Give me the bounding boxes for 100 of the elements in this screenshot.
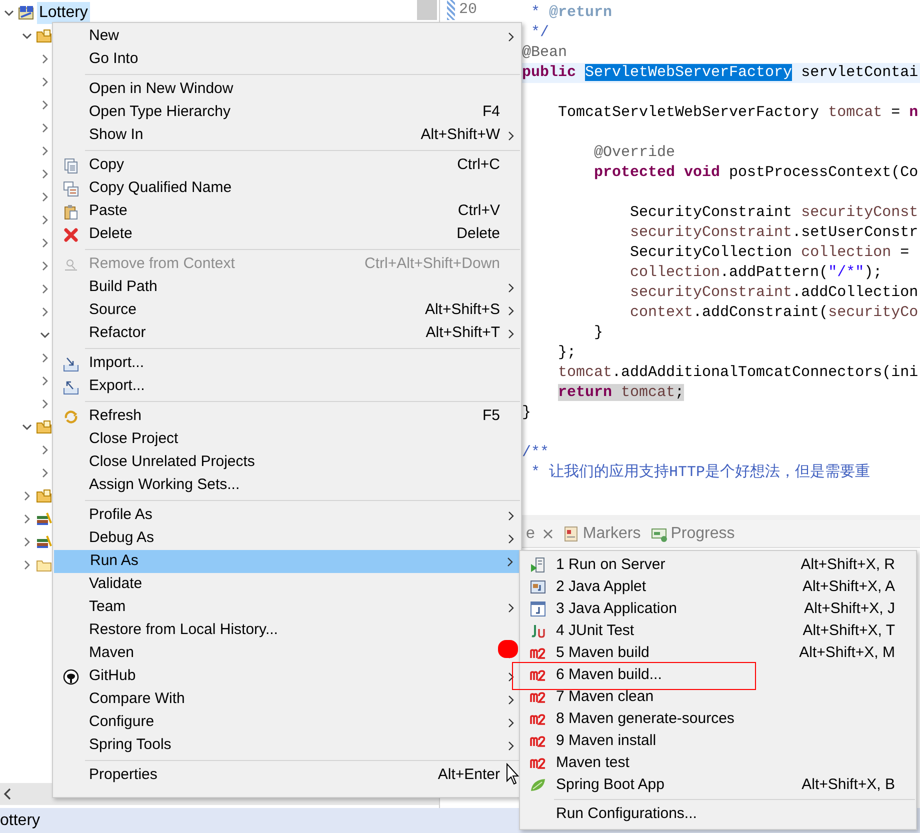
collapsed-chevron-icon[interactable] [40, 144, 50, 156]
delete-icon [63, 226, 79, 242]
collapsed-chevron-icon[interactable] [40, 52, 50, 64]
code-line: } [593, 324, 604, 341]
code-line: /** [522, 444, 550, 461]
menu-item[interactable]: 2 Java Applet Alt+Shift+X, A [520, 576, 916, 598]
menu-item[interactable]: Spring Boot App Alt+Shift+X, B [520, 774, 916, 796]
copy-icon [63, 158, 79, 174]
collapsed-chevron-icon[interactable] [40, 122, 50, 134]
code-line: protected void postProcessContext(Co [593, 164, 918, 181]
project-icon [18, 4, 34, 20]
menu-item[interactable]: Restore from Local History... [53, 619, 521, 642]
menu-item[interactable]: Show In Alt+Shift+W [53, 124, 521, 147]
menu-item[interactable]: 9 Maven install [520, 730, 916, 752]
menu-item[interactable]: Open Type Hierarchy F4 [53, 101, 521, 124]
vertical-scrollbar-thumb[interactable] [417, 0, 437, 20]
code-line: }; [557, 344, 576, 361]
code-line: SecurityConstraint securityConst [629, 204, 918, 221]
export-icon [63, 378, 79, 394]
mouse-pointer-icon [506, 763, 520, 785]
junit-icon [530, 623, 546, 639]
tree-item-label[interactable]: Lottery [37, 2, 90, 24]
collapsed-chevron-icon[interactable] [40, 374, 50, 386]
maven-icon [530, 755, 546, 771]
collapsed-chevron-icon[interactable] [40, 466, 50, 478]
menu-item[interactable]: Close Unrelated Projects [53, 451, 521, 474]
package-folder-icon [36, 418, 52, 434]
menu-item[interactable]: 6 Maven build... [520, 664, 916, 686]
maven-icon [530, 667, 546, 683]
menu-item[interactable]: Maven [53, 642, 521, 665]
menu-item[interactable]: 8 Maven generate-sources [520, 708, 916, 730]
collapsed-chevron-icon[interactable] [40, 398, 50, 410]
panel-tab[interactable]: Progress [670, 522, 735, 546]
collapsed-chevron-icon[interactable] [40, 352, 50, 364]
menu-item[interactable]: Copy Qualified Name [53, 177, 521, 200]
collapsed-chevron-icon[interactable] [40, 214, 50, 226]
remove-icon [63, 256, 79, 272]
collapsed-chevron-icon[interactable] [22, 558, 32, 570]
collapsed-chevron-icon[interactable] [40, 306, 50, 318]
collapsed-chevron-icon[interactable] [40, 236, 50, 248]
collapsed-chevron-icon[interactable] [22, 490, 32, 502]
menu-item[interactable]: Debug As [53, 527, 521, 550]
status-text: ottery [0, 812, 40, 828]
menu-item[interactable]: Refactor Alt+Shift+T [53, 322, 521, 345]
menu-item[interactable]: Spring Tools [53, 734, 521, 757]
menu-item[interactable]: New [53, 25, 521, 48]
menu-item[interactable]: Validate [53, 573, 521, 596]
paste-icon [63, 204, 79, 220]
maven-icon [530, 711, 546, 727]
menu-item[interactable]: Build Path [53, 276, 521, 299]
menu-item[interactable]: 5 Maven build Alt+Shift+X, M [520, 642, 916, 664]
menu-item[interactable]: Delete Delete [53, 223, 521, 246]
code-line: @Override [593, 144, 676, 161]
scroll-left-icon[interactable] [3, 788, 13, 800]
menu-item[interactable]: 3 Java Application Alt+Shift+X, J [520, 598, 916, 620]
collapsed-chevron-icon[interactable] [22, 536, 32, 548]
menu-item[interactable]: Maven test [520, 752, 916, 774]
library-icon [36, 510, 52, 526]
server-icon [530, 557, 546, 573]
collapsed-chevron-icon[interactable] [40, 190, 50, 202]
menu-item[interactable]: Run As [54, 550, 520, 573]
code-line: return tomcat; [557, 384, 684, 401]
collapsed-chevron-icon[interactable] [22, 512, 32, 524]
menu-item[interactable]: Paste Ctrl+V [53, 200, 521, 223]
collapsed-chevron-icon[interactable] [40, 98, 50, 110]
menu-item[interactable]: 4 JUnit Test Alt+Shift+X, T [520, 620, 916, 642]
menu-item[interactable]: Go Into [53, 48, 521, 71]
collapsed-chevron-icon[interactable] [40, 260, 50, 272]
menu-item[interactable]: 1 Run on Server Alt+Shift+X, R [520, 554, 916, 576]
menu-item[interactable]: Close Project [53, 428, 521, 451]
code-line: context.addConstraint(securityCo [629, 304, 918, 321]
menu-item[interactable]: GitHub [53, 665, 521, 688]
menu-item[interactable]: Import... [53, 352, 521, 375]
menu-item[interactable]: Source Alt+Shift+S [53, 299, 521, 322]
package-folder-icon [36, 28, 52, 44]
collapsed-chevron-icon[interactable] [40, 168, 50, 180]
code-line: collection.addPattern("/*"); [629, 264, 882, 281]
menu-item[interactable]: 7 Maven clean [520, 686, 916, 708]
menu-item[interactable]: Team [53, 596, 521, 619]
menu-item[interactable]: Profile As [53, 504, 521, 527]
menu-item[interactable]: Assign Working Sets... [53, 474, 521, 497]
github-icon [63, 668, 79, 684]
panel-tab[interactable]: Markers [582, 522, 641, 546]
menu-item[interactable]: Open in New Window [53, 78, 521, 101]
collapsed-chevron-icon[interactable] [40, 76, 50, 88]
menu-item[interactable]: Copy Ctrl+C [53, 154, 521, 177]
panel-tab[interactable]: e [526, 522, 535, 546]
code-line: */ [530, 24, 550, 41]
maven-icon [530, 733, 546, 749]
collapsed-chevron-icon[interactable] [40, 444, 50, 456]
menu-item[interactable]: Run Configurations... [520, 803, 916, 825]
maven-icon [530, 645, 546, 661]
code-line: tomcat.addAdditionalTomcatConnectors(ini [557, 364, 918, 381]
progress-icon [650, 526, 667, 542]
menu-item[interactable]: Configure [53, 711, 521, 734]
menu-item[interactable]: Compare With [53, 688, 521, 711]
code-line: * @return [530, 4, 612, 21]
menu-item[interactable]: Export... [53, 375, 521, 398]
menu-item[interactable]: Refresh F5 [53, 405, 521, 428]
collapsed-chevron-icon[interactable] [40, 282, 50, 294]
